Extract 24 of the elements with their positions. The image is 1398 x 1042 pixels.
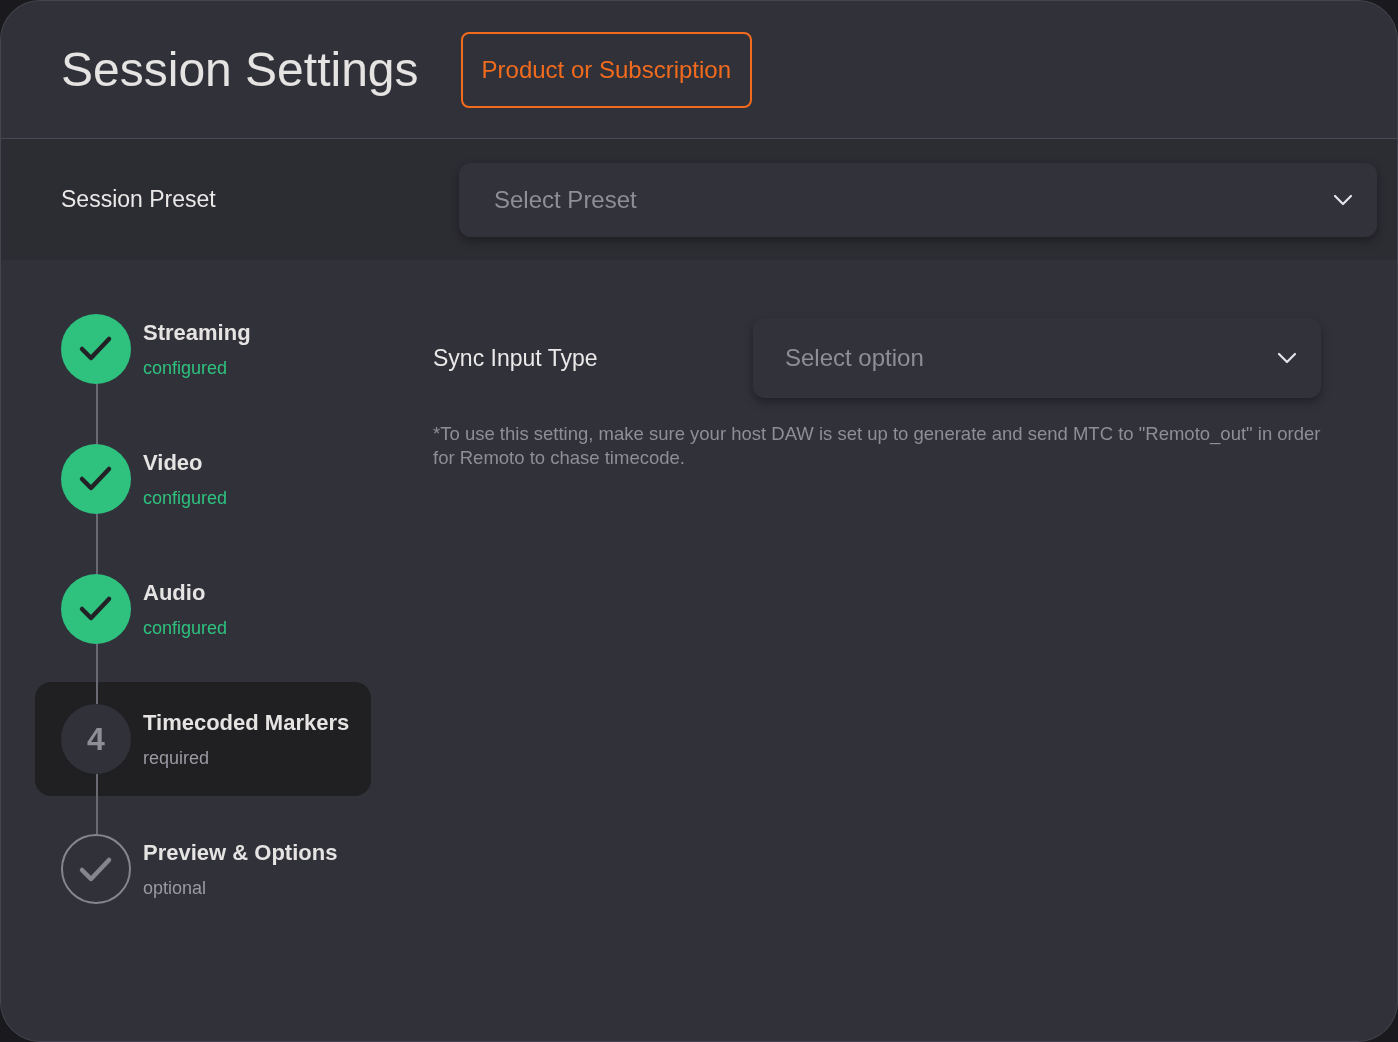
page-title: Session Settings [61, 45, 419, 94]
step-item[interactable]: Audio configured [35, 544, 371, 674]
step-title: Audio [143, 579, 207, 607]
step-title: Preview & Options [143, 839, 338, 867]
chevron-down-icon [1333, 193, 1353, 206]
sync-note: *To use this setting, make sure your host DAW is set up to generate and send MTC to "Remoto_out" in order for Remoto to chase timecode. [433, 422, 1321, 470]
step-status: configured [143, 487, 228, 510]
step-title: Streaming [143, 319, 251, 347]
step-item[interactable]: Streaming configured [35, 284, 371, 414]
step-title: Timecoded Markers [143, 709, 350, 737]
preset-dropdown[interactable]: Select Preset [459, 162, 1377, 237]
step-item[interactable]: Video configured [35, 414, 371, 544]
step-item[interactable]: 4 Timecoded Markers required [35, 674, 371, 804]
sync-input-dropdown[interactable]: Select option [753, 318, 1321, 398]
step-status: required [143, 747, 211, 770]
product-subscription-button[interactable]: Product or Subscription [460, 31, 752, 108]
step-title: Video [143, 449, 204, 477]
chevron-down-icon [1277, 352, 1297, 364]
step-status: configured [143, 617, 228, 640]
step-status: optional [143, 877, 208, 900]
session-preset-label: Session Preset [61, 185, 217, 215]
step-item[interactable]: Preview & Options optional [35, 804, 371, 934]
sync-input-label: Sync Input Type [433, 343, 599, 373]
step-status: configured [143, 357, 229, 380]
